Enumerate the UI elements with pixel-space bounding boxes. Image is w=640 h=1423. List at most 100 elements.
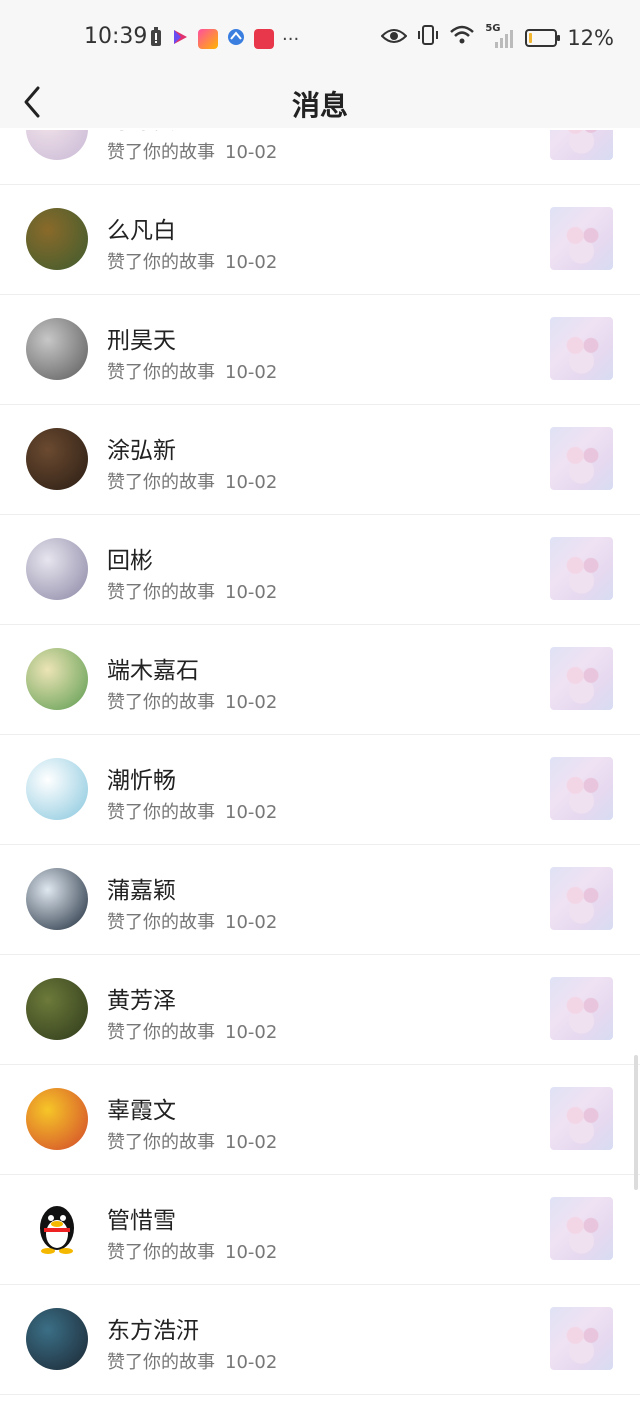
sender-name: 么凡白	[107, 218, 176, 244]
message-date: 10-02	[225, 802, 278, 823]
sender-name: 涂弘新	[107, 438, 176, 464]
top-nav-bar: 消息	[0, 80, 640, 128]
sender-name: 端木嘉石	[107, 658, 199, 684]
message-date: 10-02	[225, 1352, 278, 1373]
page-title: 消息	[291, 89, 348, 122]
story-thumbnail[interactable]	[550, 427, 613, 490]
list-item[interactable]: 管惜雪赞了你的故事 10-02	[0, 1175, 640, 1285]
avatar[interactable]	[26, 428, 88, 490]
avatar[interactable]	[26, 978, 88, 1040]
message-date: 10-02	[225, 1022, 278, 1043]
action-text: 赞了你的故事	[107, 692, 215, 713]
message-date: 10-02	[225, 692, 278, 713]
message-summary: 赞了你的故事 10-02	[107, 578, 277, 604]
message-date: 10-02	[225, 912, 278, 933]
avatar[interactable]	[26, 758, 88, 820]
status-right: 5G 12%	[380, 23, 614, 51]
status-left-icons: ···	[150, 27, 299, 51]
status-bar: 10:39 ··· 5G 12%	[0, 0, 640, 80]
message-summary: 赞了你的故事 10-02	[107, 1128, 277, 1154]
action-text: 赞了你的故事	[107, 252, 215, 273]
list-item[interactable]: 东方浩汧赞了你的故事 10-02	[0, 1285, 640, 1395]
message-date: 10-02	[225, 142, 278, 163]
avatar[interactable]	[26, 1088, 88, 1150]
more-notifications-icon: ···	[282, 28, 300, 50]
avatar[interactable]	[26, 1308, 88, 1370]
avatar[interactable]	[26, 318, 88, 380]
action-text: 赞了你的故事	[107, 582, 215, 603]
video-app-icon	[170, 27, 190, 51]
avatar[interactable]	[26, 208, 88, 270]
message-summary: 赞了你的故事 10-02	[107, 688, 277, 714]
story-thumbnail[interactable]	[550, 537, 613, 600]
sender-name: 蒲嘉颖	[107, 878, 176, 904]
list-item[interactable]: 与孙贤赞了你的故事 10-02	[0, 130, 640, 185]
action-text: 赞了你的故事	[107, 1352, 215, 1373]
sender-name: 与孙贤	[107, 130, 176, 135]
list-item[interactable]: 辜霞文 赞了你的故事 10-02	[0, 1065, 640, 1175]
message-date: 10-02	[225, 1242, 278, 1263]
list-item[interactable]: 回彬赞了你的故事 10-02	[0, 515, 640, 625]
list-item[interactable]: 黄芳泽赞了你的故事 10-02	[0, 955, 640, 1065]
avatar[interactable]	[26, 538, 88, 600]
story-thumbnail[interactable]	[550, 1087, 613, 1150]
action-text: 赞了你的故事	[107, 1022, 215, 1043]
sender-name: 东方浩汧	[107, 1318, 199, 1344]
battery-icon	[525, 28, 561, 47]
list-item[interactable]: 蒲嘉颖赞了你的故事 10-02	[0, 845, 640, 955]
message-date: 10-02	[225, 472, 278, 493]
action-text: 赞了你的故事	[107, 1242, 215, 1263]
sender-name: 回彬	[107, 548, 153, 574]
list-item[interactable]: 涂弘新赞了你的故事 10-02	[0, 405, 640, 515]
list-item[interactable]: 么凡白赞了你的故事 10-02	[0, 185, 640, 295]
action-text: 赞了你的故事	[107, 142, 215, 163]
list-item[interactable]: 潮忻畅赞了你的故事 10-02	[0, 735, 640, 845]
eye-icon	[380, 26, 408, 50]
action-text: 赞了你的故事	[107, 362, 215, 383]
message-summary: 赞了你的故事 10-02	[107, 248, 277, 274]
message-list[interactable]: 与孙贤赞了你的故事10-02么凡白赞了你的故事10-02刑昊天赞了你的故事10-…	[0, 130, 640, 1423]
avatar[interactable]	[26, 868, 88, 930]
signal-icon: 5G	[485, 23, 515, 49]
browser-app-icon	[226, 27, 246, 51]
message-summary: 赞了你的故事 10-02	[107, 1348, 277, 1374]
battery-level	[529, 32, 533, 43]
story-thumbnail[interactable]	[550, 647, 613, 710]
battery-alert-icon	[150, 27, 162, 51]
story-thumbnail[interactable]	[550, 1307, 613, 1370]
sender-name: 管惜雪	[107, 1208, 176, 1234]
message-summary: 赞了你的故事 10-02	[107, 358, 277, 384]
action-text: 赞了你的故事	[107, 912, 215, 933]
message-summary: 赞了你的故事 10-02	[107, 908, 277, 934]
penguin-icon	[40, 1206, 74, 1254]
list-item[interactable]: 刑昊天 赞了你的故事 10-02	[0, 295, 640, 405]
story-thumbnail[interactable]	[550, 757, 613, 820]
message-summary: 赞了你的故事 10-02	[107, 1238, 277, 1264]
story-thumbnail[interactable]	[550, 1197, 613, 1260]
story-thumbnail[interactable]	[550, 977, 613, 1040]
message-summary: 赞了你的故事 10-02	[107, 1018, 277, 1044]
message-summary: 赞了你的故事 10-02	[107, 468, 277, 494]
battery-percent: 12%	[567, 25, 614, 50]
story-thumbnail[interactable]	[550, 867, 613, 930]
sender-name: 黄芳泽	[107, 988, 176, 1014]
sender-name: 潮忻畅	[107, 768, 176, 794]
scrollbar[interactable]	[634, 1055, 638, 1190]
story-thumbnail[interactable]	[550, 130, 613, 160]
reader-app-icon	[254, 29, 274, 49]
photo-app-icon	[198, 29, 218, 49]
message-date: 10-02	[225, 1132, 278, 1153]
action-text: 赞了你的故事	[107, 802, 215, 823]
message-date: 10-02	[225, 252, 278, 273]
action-text: 赞了你的故事	[107, 1132, 215, 1153]
avatar[interactable]	[26, 130, 88, 160]
avatar[interactable]	[26, 648, 88, 710]
story-thumbnail[interactable]	[550, 207, 613, 270]
avatar[interactable]	[26, 1198, 88, 1260]
status-time: 10:39	[84, 24, 148, 49]
story-thumbnail[interactable]	[550, 317, 613, 380]
message-summary: 赞了你的故事 10-02	[107, 138, 277, 164]
action-text: 赞了你的故事	[107, 472, 215, 493]
list-item[interactable]: 端木嘉石赞了你的故事 10-02	[0, 625, 640, 735]
wifi-icon	[449, 24, 475, 51]
